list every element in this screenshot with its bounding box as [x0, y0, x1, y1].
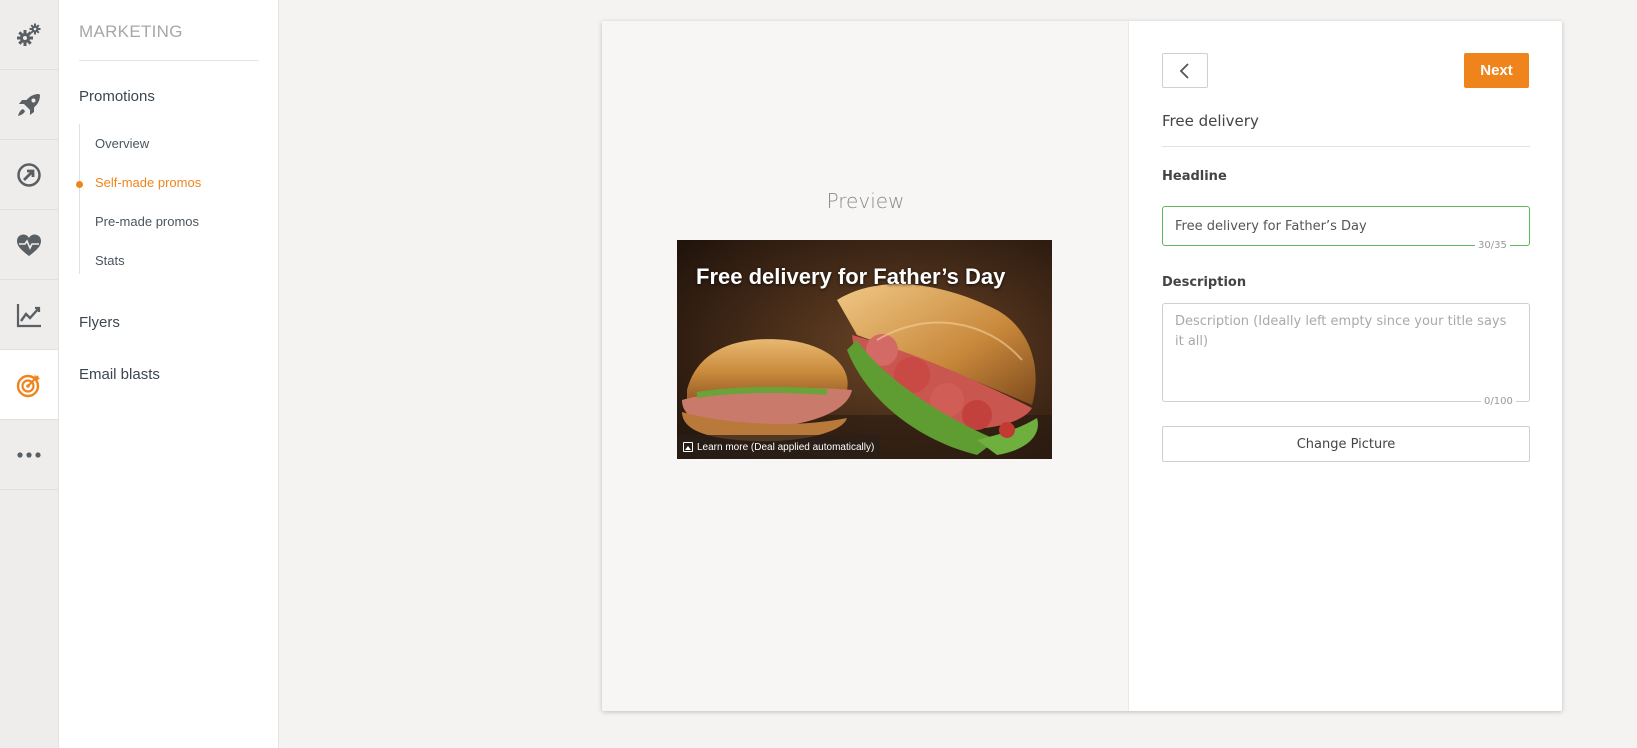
- marketing-subnav: MARKETING Promotions Overview Self-made …: [59, 0, 279, 748]
- rail-item-more[interactable]: [0, 420, 58, 490]
- rail-item-health[interactable]: [0, 210, 58, 280]
- description-char-counter: 0/100: [1481, 396, 1516, 407]
- nav-pre-made-promos[interactable]: Pre-made promos: [95, 214, 199, 229]
- nav-email-blasts[interactable]: Email blasts: [79, 366, 160, 383]
- nav-flyers[interactable]: Flyers: [79, 314, 120, 331]
- rail-item-engage[interactable]: [0, 140, 58, 210]
- nav-stats[interactable]: Stats: [95, 253, 125, 268]
- rail-item-marketing[interactable]: [0, 350, 58, 420]
- headline-char-counter: 30/35: [1475, 240, 1510, 251]
- nav-overview[interactable]: Overview: [95, 136, 149, 151]
- promo-headline-overlay: Free delivery for Father’s Day: [696, 264, 1006, 289]
- icon-rail: [0, 0, 59, 748]
- gears-icon: [17, 23, 41, 46]
- circle-arrow-icon: [17, 162, 41, 187]
- nav-promotions[interactable]: Promotions: [79, 88, 155, 105]
- description-label: Description: [1162, 275, 1247, 290]
- change-picture-button[interactable]: Change Picture: [1162, 426, 1530, 462]
- subnav-title: MARKETING: [79, 22, 259, 61]
- preview-pane: Preview Free delivery for Father’s Day L…: [602, 21, 1129, 711]
- preview-label: Preview: [826, 189, 905, 213]
- rail-item-launch[interactable]: [0, 70, 58, 140]
- next-button[interactable]: Next: [1464, 53, 1529, 88]
- target-icon: [16, 373, 40, 397]
- promo-preview-image: Free delivery for Father’s Day Learn mor…: [677, 240, 1052, 459]
- description-input[interactable]: [1162, 303, 1530, 402]
- promo-cta-text: Learn more (Deal applied automatically): [697, 441, 875, 453]
- image-icon: [683, 442, 693, 452]
- line-chart-icon: [16, 303, 41, 327]
- promo-type-title: Free delivery: [1162, 112, 1530, 147]
- heart-pulse-icon: [17, 234, 41, 256]
- nav-self-made-promos[interactable]: Self-made promos: [95, 175, 201, 190]
- promo-form-pane: Next Free delivery Headline 30/35 Descri…: [1129, 21, 1562, 711]
- back-button[interactable]: [1162, 53, 1208, 88]
- rail-item-settings[interactable]: [0, 0, 58, 70]
- more-icon: [17, 451, 41, 458]
- rail-item-analytics[interactable]: [0, 280, 58, 350]
- rocket-icon: [18, 93, 40, 116]
- chevron-left-icon: [1179, 62, 1189, 79]
- promotions-submenu: Overview Self-made promos Pre-made promo…: [76, 124, 259, 274]
- active-indicator-dot: [76, 181, 83, 188]
- promo-editor-card: Preview Free delivery for Father’s Day L…: [602, 21, 1562, 711]
- promo-cta-bar: Learn more (Deal applied automatically): [677, 435, 881, 459]
- headline-label: Headline: [1162, 169, 1227, 184]
